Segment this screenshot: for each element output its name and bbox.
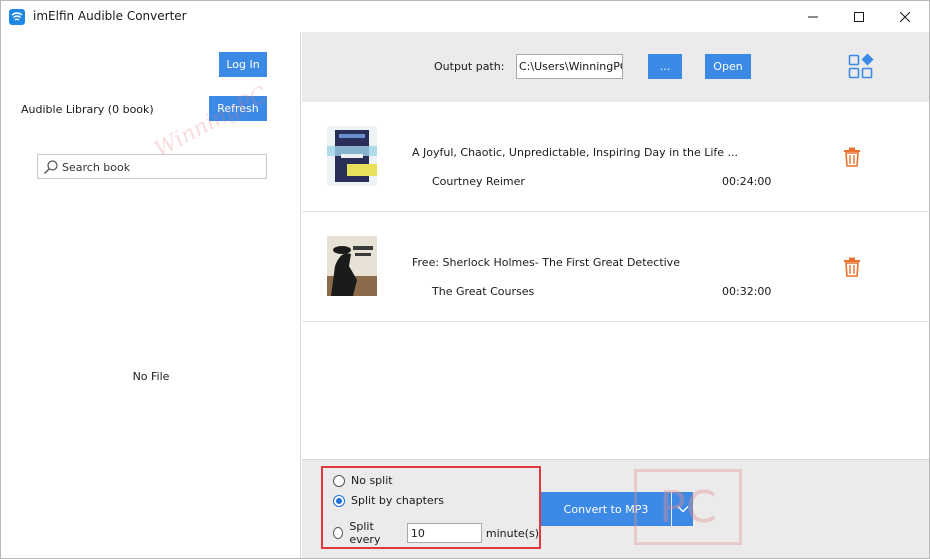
maximize-icon xyxy=(854,11,864,22)
chevron-down-icon xyxy=(677,506,688,513)
book-author: The Great Courses xyxy=(432,285,535,298)
output-path-field[interactable]: C:\Users\WinningPC\Music\imElfin xyxy=(516,54,623,79)
book-duration: 00:24:00 xyxy=(722,175,772,188)
book-title: A Joyful, Chaotic, Unpredictable, Inspir… xyxy=(412,146,739,159)
login-button[interactable]: Log In xyxy=(219,52,267,77)
browse-button[interactable]: ... xyxy=(648,54,682,79)
window-title: imElfin Audible Converter xyxy=(33,9,187,23)
output-toolbar: Output path: C:\Users\WinningPC\Music\im… xyxy=(302,32,929,102)
close-button[interactable] xyxy=(882,1,928,32)
split-by-chapters-option[interactable]: Split by chapters xyxy=(333,494,444,507)
search-input[interactable] xyxy=(62,159,262,175)
split-minutes-input[interactable] xyxy=(406,523,482,543)
empty-library-text: No File xyxy=(132,370,170,383)
close-icon xyxy=(900,11,910,22)
app-window: imElfin Audible Converter Log In Audible… xyxy=(0,0,930,559)
open-folder-button[interactable]: Open xyxy=(705,54,751,79)
book-row[interactable]: A Joyful, Chaotic, Unpredictable, Inspir… xyxy=(302,102,929,212)
book-title: Free: Sherlock Holmes- The First Great D… xyxy=(412,256,680,269)
library-count-label: Audible Library (0 book) xyxy=(21,103,154,116)
split-by-chapters-label: Split by chapters xyxy=(351,494,444,507)
search-box xyxy=(37,154,267,179)
book-list: A Joyful, Chaotic, Unpredictable, Inspir… xyxy=(302,102,929,459)
book-cover-image xyxy=(327,236,377,296)
radio-no-split[interactable] xyxy=(333,474,345,487)
book-cover-image xyxy=(327,126,377,186)
book-row[interactable]: Free: Sherlock Holmes- The First Great D… xyxy=(302,212,929,322)
minutes-unit-label: minute(s) xyxy=(485,526,539,540)
delete-trash-icon[interactable] xyxy=(843,257,861,277)
watermark-text: WinningPC xyxy=(150,82,273,163)
maximize-button[interactable] xyxy=(836,1,882,32)
split-every-label: Split every xyxy=(349,520,381,546)
convert-button[interactable]: Convert to MP3 xyxy=(541,492,671,526)
search-icon xyxy=(44,160,58,174)
minimize-icon xyxy=(808,16,818,17)
book-duration: 00:32:00 xyxy=(722,285,772,298)
conversion-bar: No split Split by chapters Split every m… xyxy=(302,459,929,558)
split-options-group: No split Split by chapters Split every m… xyxy=(321,466,541,549)
no-split-option[interactable]: No split xyxy=(333,474,393,487)
book-author: Courtney Reimer xyxy=(432,175,525,188)
library-panel: Log In Audible Library (0 book) Refresh … xyxy=(1,32,301,558)
refresh-button[interactable]: Refresh xyxy=(209,96,267,121)
app-logo-icon xyxy=(9,9,25,25)
title-bar: imElfin Audible Converter xyxy=(1,1,929,32)
minimize-button[interactable] xyxy=(790,1,836,32)
split-every-option[interactable]: Split every minute(s) xyxy=(333,520,539,546)
radio-split-every[interactable] xyxy=(333,527,344,539)
radio-split-by-chapters[interactable] xyxy=(333,494,345,507)
layout-grid-icon[interactable] xyxy=(848,52,876,83)
output-path-label: Output path: xyxy=(434,60,505,73)
format-dropdown-button[interactable] xyxy=(672,492,693,526)
no-split-label: No split xyxy=(351,474,393,487)
delete-trash-icon[interactable] xyxy=(843,147,861,167)
